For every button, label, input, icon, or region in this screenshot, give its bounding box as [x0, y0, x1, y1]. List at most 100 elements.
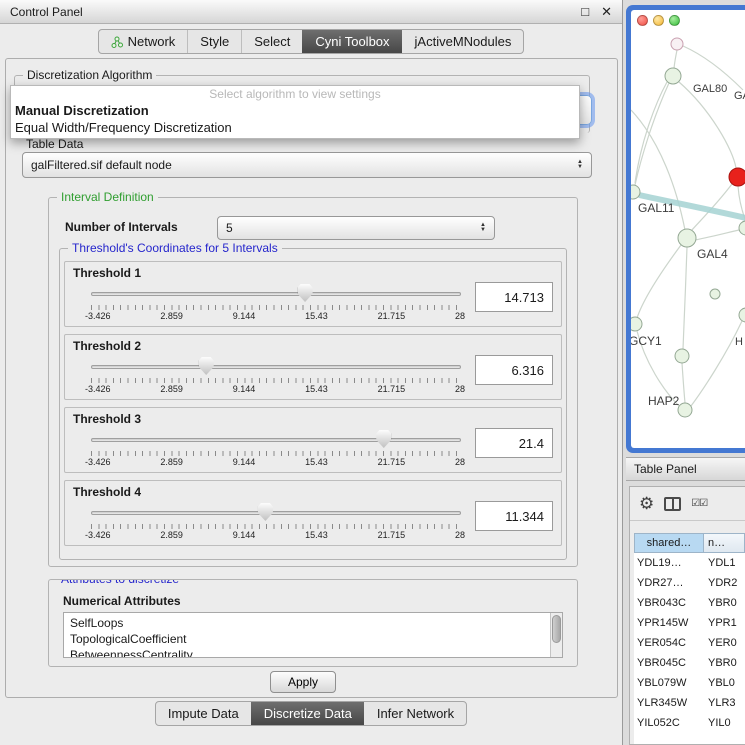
table-row[interactable]: YPR145W YPR1 — [634, 613, 745, 633]
table-row[interactable]: YLR345W YLR3 — [634, 693, 745, 713]
cell-name[interactable]: YIL0 — [704, 717, 745, 729]
network-graph[interactable]: GAL80 GA GAL11 GAL4 GCY1 H HAP2 — [631, 10, 745, 448]
cell-shared-name[interactable]: YPR145W — [634, 617, 704, 629]
network-node[interactable] — [710, 289, 720, 299]
float-icon[interactable]: □ — [581, 4, 589, 19]
tab-cyni-toolbox[interactable]: Cyni Toolbox — [302, 30, 401, 53]
cell-shared-name[interactable]: YLR345W — [634, 697, 704, 709]
cell-shared-name[interactable]: YBR045C — [634, 657, 704, 669]
tab-impute-data[interactable]: Impute Data — [156, 702, 251, 725]
network-node[interactable] — [678, 403, 692, 417]
columns-icon[interactable] — [664, 497, 681, 511]
slider-track — [91, 511, 461, 515]
tick-label: -3.426 — [85, 384, 111, 394]
slider-tick-labels: -3.426 2.859 9.144 15.43 21.715 28 — [85, 384, 465, 394]
threshold-value-field[interactable]: 11.344 — [475, 501, 553, 531]
gear-icon[interactable]: ⚙ — [639, 494, 654, 514]
algorithm-dropdown-popup: Select algorithm to view settings Manual… — [10, 85, 580, 139]
cell-name[interactable]: YBL0 — [704, 677, 745, 689]
network-node[interactable] — [675, 349, 689, 363]
cell-name[interactable]: YDL1 — [704, 557, 745, 569]
network-node[interactable] — [631, 317, 642, 331]
threshold-slider[interactable]: -3.426 2.859 9.144 15.43 21.715 28 — [91, 428, 461, 468]
cell-shared-name[interactable]: YDR27… — [634, 577, 704, 589]
threshold-panel: Threshold 4 -3.426 2.859 — [64, 480, 562, 546]
apply-button[interactable]: Apply — [270, 671, 336, 693]
tick-label: 28 — [455, 311, 465, 321]
node-label: GAL11 — [638, 201, 675, 215]
list-item[interactable]: BetweennessCentrality — [70, 647, 548, 658]
threshold-slider[interactable]: -3.426 2.859 9.144 15.43 21.715 28 — [91, 501, 461, 541]
table-row[interactable]: YBR043C YBR0 — [634, 593, 745, 613]
cell-shared-name[interactable]: YIL052C — [634, 717, 704, 729]
list-item[interactable]: TopologicalCoefficient — [70, 631, 548, 647]
slider-track — [91, 292, 461, 296]
tab-jactivemnodules[interactable]: jActiveMNodules — [402, 30, 524, 53]
slider-thumb[interactable] — [199, 357, 214, 375]
tick-label: 9.144 — [233, 457, 256, 467]
cell-shared-name[interactable]: YER054C — [634, 637, 704, 649]
slider-thumb[interactable] — [258, 503, 273, 521]
threshold-value-field[interactable]: 21.4 — [475, 428, 553, 458]
close-light-icon[interactable] — [637, 15, 648, 26]
network-node[interactable] — [678, 229, 696, 247]
cell-name[interactable]: YDR2 — [704, 577, 745, 589]
tab-label: Discretize Data — [264, 706, 352, 721]
tick-label: 28 — [455, 530, 465, 540]
select-columns-icon[interactable]: ☑☑ — [691, 498, 707, 509]
threshold-value-field[interactable]: 14.713 — [475, 282, 553, 312]
cell-shared-name[interactable]: YBL079W — [634, 677, 704, 689]
cyni-panel-body: Discretization Algorithm Select algorith… — [5, 58, 618, 698]
tab-network[interactable]: Network — [99, 30, 188, 53]
scrollbar-thumb[interactable] — [552, 615, 561, 643]
table-panel: ⚙ ☑☑ shared… n… YDL19… YDL1 YDR27… YDR2 — [629, 486, 745, 745]
tick-label: 2.859 — [160, 384, 183, 394]
cell-name[interactable]: YPR1 — [704, 617, 745, 629]
table-data-dropdown[interactable]: galFiltered.sif default node ▲ ▼ — [22, 152, 592, 178]
tab-infer-network[interactable]: Infer Network — [364, 702, 466, 725]
cell-name[interactable]: YLR3 — [704, 697, 745, 709]
selected-node[interactable] — [729, 168, 745, 186]
cell-shared-name[interactable]: YDL19… — [634, 557, 704, 569]
column-header-name[interactable]: n… — [704, 533, 745, 553]
close-icon[interactable]: ✕ — [601, 4, 612, 20]
table-row[interactable]: YBL079W YBL0 — [634, 673, 745, 693]
list-scrollbar[interactable] — [550, 613, 562, 657]
tab-style[interactable]: Style — [187, 30, 241, 53]
cell-name[interactable]: YBR0 — [704, 657, 745, 669]
tab-discretize-data[interactable]: Discretize Data — [251, 702, 364, 725]
table-row[interactable]: YER054C YER0 — [634, 633, 745, 653]
cell-name[interactable]: YER0 — [704, 637, 745, 649]
node-label: HAP2 — [648, 394, 680, 408]
network-node[interactable] — [631, 185, 640, 199]
dropdown-option-equal-width-frequency[interactable]: Equal Width/Frequency Discretization — [11, 119, 579, 136]
panel-title: Control Panel — [10, 5, 569, 19]
network-node[interactable] — [739, 308, 745, 322]
threshold-slider[interactable]: -3.426 2.859 9.144 15.43 21.715 28 — [91, 282, 461, 322]
threshold-slider[interactable]: -3.426 2.859 9.144 15.43 21.715 28 — [91, 355, 461, 395]
network-view-canvas[interactable]: GAL80 GA GAL11 GAL4 GCY1 H HAP2 — [631, 10, 745, 448]
table-row[interactable]: YIL052C YIL0 — [634, 713, 745, 733]
table-row[interactable]: YDL19… YDL1 — [634, 553, 745, 573]
dropdown-option-manual-discretization[interactable]: Manual Discretization — [11, 102, 579, 119]
cell-name[interactable]: YBR0 — [704, 597, 745, 609]
table-row[interactable]: YDR27… YDR2 — [634, 573, 745, 593]
threshold-label: Threshold 1 — [73, 266, 553, 280]
network-node[interactable] — [665, 68, 681, 84]
threshold-value-field[interactable]: 6.316 — [475, 355, 553, 385]
network-node[interactable] — [671, 38, 683, 50]
slider-thumb[interactable] — [376, 430, 391, 448]
column-header-shared-name[interactable]: shared… — [634, 533, 704, 553]
network-node[interactable] — [739, 221, 745, 235]
number-of-intervals-dropdown[interactable]: 5 ▲ ▼ — [217, 216, 495, 240]
minimize-light-icon[interactable] — [653, 15, 664, 26]
list-item[interactable]: SelfLoops — [70, 615, 548, 631]
numerical-attributes-list[interactable]: SelfLoops TopologicalCoefficient Between… — [63, 612, 563, 658]
tab-select[interactable]: Select — [241, 30, 302, 53]
control-panel: Control Panel □ ✕ Network Style — [0, 0, 623, 745]
slider-ticks — [91, 524, 461, 529]
slider-thumb[interactable] — [298, 284, 313, 302]
zoom-light-icon[interactable] — [669, 15, 680, 26]
table-row[interactable]: YBR045C YBR0 — [634, 653, 745, 673]
cell-shared-name[interactable]: YBR043C — [634, 597, 704, 609]
